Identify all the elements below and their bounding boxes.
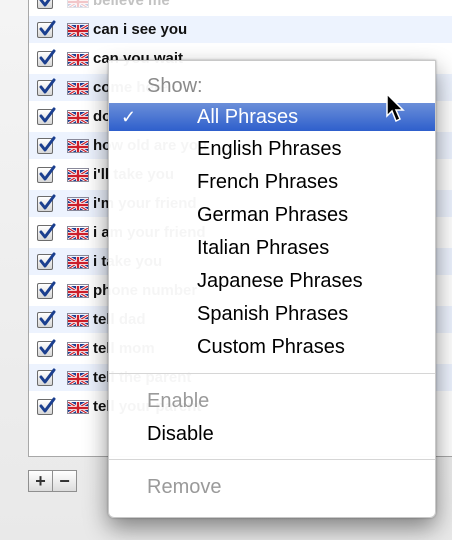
window: believe mecan i see youcan you waitcome … <box>0 0 452 540</box>
list-item-label: can i see you <box>93 21 188 38</box>
uk-flag-icon <box>67 254 89 269</box>
enabled-checkbox[interactable] <box>37 20 56 38</box>
remove-button[interactable]: − <box>52 470 77 492</box>
menu-item-custom-phrases[interactable]: Custom Phrases <box>109 334 435 360</box>
menu-item-german-phrases[interactable]: German Phrases <box>109 202 435 228</box>
menu-item-japanese-phrases[interactable]: Japanese Phrases <box>109 268 435 294</box>
uk-flag-icon <box>67 51 89 66</box>
enabled-checkbox[interactable] <box>37 136 56 154</box>
menu-item-remove: Remove <box>147 476 222 498</box>
menu-item-enable: Enable <box>147 390 210 412</box>
menu-separator <box>109 459 435 460</box>
menu-item-italian-phrases[interactable]: Italian Phrases <box>109 235 435 261</box>
menu-separator <box>109 373 435 374</box>
enabled-checkbox[interactable] <box>37 281 56 299</box>
uk-flag-icon <box>67 138 89 153</box>
enabled-checkbox[interactable] <box>37 49 56 67</box>
list-button-bar: + − <box>28 470 77 494</box>
uk-flag-icon <box>67 196 89 211</box>
checkmark-icon: ✓ <box>121 107 137 127</box>
menu-item-spanish-phrases[interactable]: Spanish Phrases <box>109 301 435 327</box>
uk-flag-icon <box>67 167 89 182</box>
show-menu: Show: ✓ All Phrases English Phrases Fren… <box>108 60 436 518</box>
uk-flag-icon <box>67 399 89 414</box>
menu-item-english-phrases[interactable]: English Phrases <box>109 136 435 162</box>
enabled-checkbox[interactable] <box>37 223 56 241</box>
uk-flag-icon <box>67 225 89 240</box>
enabled-checkbox[interactable] <box>37 339 56 357</box>
menu-item-french-phrases[interactable]: French Phrases <box>109 169 435 195</box>
enabled-checkbox[interactable] <box>37 165 56 183</box>
uk-flag-icon <box>67 341 89 356</box>
menu-item-disable[interactable]: Disable <box>109 421 435 447</box>
list-item[interactable]: believe me <box>29 0 452 14</box>
enabled-checkbox[interactable] <box>37 397 56 415</box>
uk-flag-icon <box>67 80 89 95</box>
uk-flag-icon <box>67 312 89 327</box>
enabled-checkbox[interactable] <box>37 368 56 386</box>
enabled-checkbox[interactable] <box>37 310 56 328</box>
enabled-checkbox[interactable] <box>37 107 56 125</box>
enabled-checkbox[interactable] <box>37 78 56 96</box>
uk-flag-icon <box>67 370 89 385</box>
list-item[interactable]: can i see you <box>29 16 452 43</box>
list-item-label: believe me <box>93 0 170 9</box>
enabled-checkbox[interactable] <box>37 0 53 9</box>
add-button[interactable]: + <box>28 470 53 492</box>
enabled-checkbox[interactable] <box>37 252 56 270</box>
uk-flag-icon <box>67 283 89 298</box>
enabled-checkbox[interactable] <box>37 194 56 212</box>
uk-flag-icon <box>67 0 89 8</box>
mouse-pointer-icon <box>386 92 405 123</box>
uk-flag-icon <box>67 22 89 37</box>
uk-flag-icon <box>67 109 89 124</box>
